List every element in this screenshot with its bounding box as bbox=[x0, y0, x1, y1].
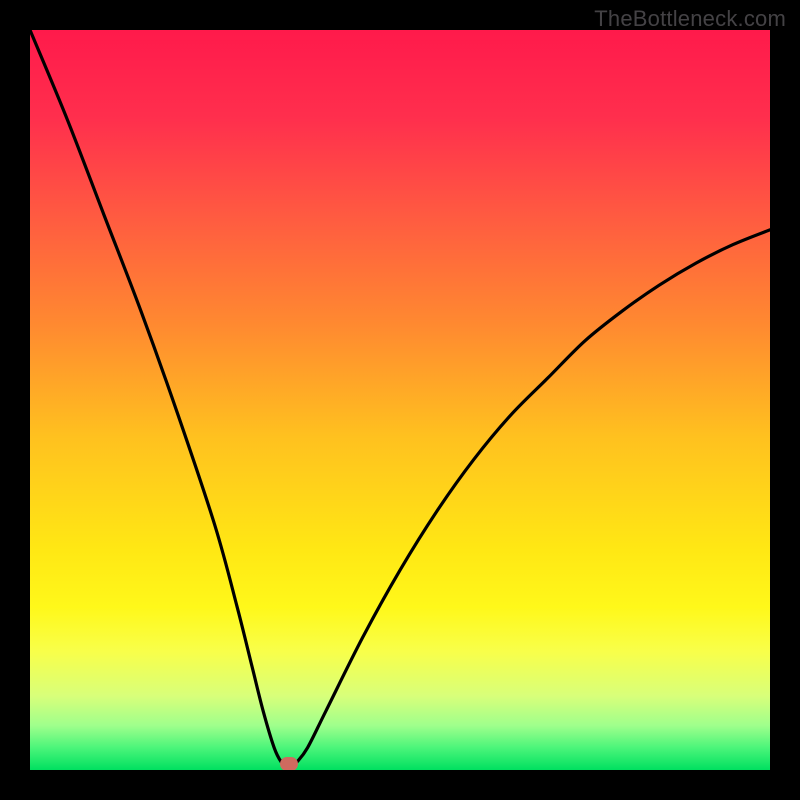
plot-area bbox=[30, 30, 770, 770]
minimum-marker bbox=[280, 757, 298, 770]
watermark-label: TheBottleneck.com bbox=[594, 6, 786, 32]
curve-layer bbox=[30, 30, 770, 770]
chart-frame: TheBottleneck.com bbox=[0, 0, 800, 800]
bottleneck-curve bbox=[30, 30, 770, 770]
